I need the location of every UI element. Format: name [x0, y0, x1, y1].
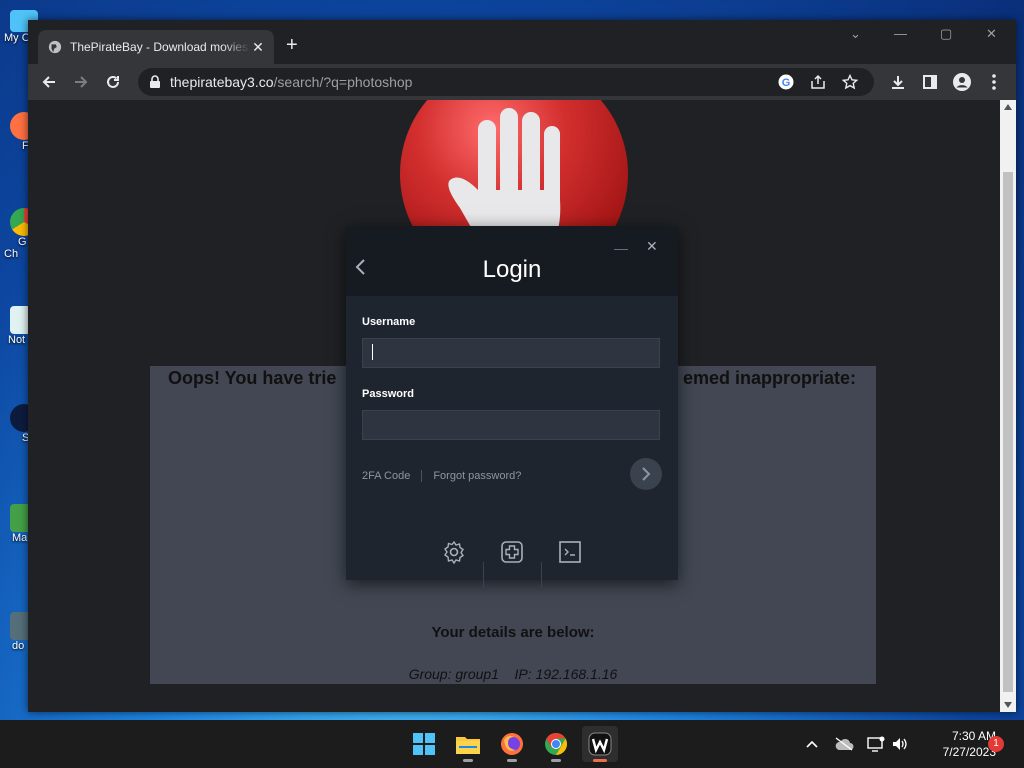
svg-text:G: G [782, 77, 791, 89]
desktop-icon-label: Ma [12, 532, 28, 544]
windows-icon [413, 733, 435, 755]
network-icon[interactable] [864, 732, 888, 756]
start-button[interactable] [406, 726, 442, 762]
arrow-left-icon [42, 76, 55, 88]
taskbar: 7:30 AM 7/27/2023 [0, 720, 1024, 768]
globe-icon [48, 40, 62, 54]
reload-icon [107, 75, 119, 88]
minimize-icon[interactable]: — [614, 240, 628, 256]
desktop-icon-label: do [12, 640, 25, 652]
bookmark-star-icon[interactable] [842, 68, 858, 96]
medical-plus-icon[interactable] [498, 538, 526, 566]
url-host: thepiratebay3.co [170, 74, 274, 90]
details-group: Group: group1 [408, 666, 499, 682]
desktop-icon-label: My C [4, 32, 30, 44]
clock-date: 7/27/2023 [942, 745, 996, 759]
maximize-button[interactable]: ▢ [940, 26, 952, 42]
username-input[interactable] [362, 338, 660, 368]
running-indicator [551, 759, 561, 762]
forward-button[interactable] [68, 69, 94, 95]
onedrive-offline-icon[interactable] [832, 732, 856, 756]
download-icon[interactable] [886, 70, 910, 94]
blocked-message-right: emed inappropriate: [682, 368, 856, 388]
desktop-icon-label: Not [8, 334, 26, 346]
tab-search-icon[interactable]: ⌄ [850, 26, 861, 42]
settings-gear-icon[interactable] [440, 538, 468, 566]
reload-button[interactable] [100, 69, 126, 95]
back-button[interactable] [36, 69, 62, 95]
username-label: Username [362, 316, 416, 328]
scroll-up-icon[interactable] [1004, 104, 1012, 110]
close-window-button[interactable]: ✕ [986, 26, 997, 42]
footer-divider [541, 562, 542, 588]
google-lens-icon[interactable]: G [778, 68, 794, 96]
chevron-right-icon [642, 467, 651, 481]
footer-divider [483, 562, 484, 588]
url-text: thepiratebay3.co/search/?q=photoshop [170, 74, 412, 90]
arrow-right-icon [75, 76, 88, 88]
url-path: /search/?q=photoshop [273, 74, 413, 90]
running-indicator [507, 759, 517, 762]
forgot-password-link[interactable]: Forgot password? [433, 470, 521, 482]
running-indicator [463, 759, 473, 762]
clock-time: 7:30 AM [951, 729, 996, 743]
side-panel-icon[interactable] [918, 70, 942, 94]
login-dialog: Login — ✕ Username Password 2FA Code For… [346, 226, 678, 588]
volume-icon[interactable] [888, 732, 912, 756]
tab-title: ThePirateBay - Download movies [70, 40, 249, 54]
new-tab-button[interactable]: + [286, 35, 298, 55]
file-explorer-button[interactable] [450, 726, 486, 762]
login-links: 2FA Code Forgot password? [362, 470, 521, 482]
notification-badge[interactable]: 1 [988, 736, 1004, 752]
details-title: Your details are below: [431, 624, 595, 641]
close-icon[interactable]: ✕ [646, 238, 658, 255]
browser-toolbar: thepiratebay3.co/search/?q=photoshop G [28, 64, 1016, 100]
firefox-button[interactable] [494, 726, 530, 762]
browser-titlebar: ThePirateBay - Download movies ✕ + ⌄ — ▢… [28, 20, 1016, 64]
watchguard-icon [588, 732, 612, 756]
login-footer [346, 536, 678, 588]
address-bar[interactable]: thepiratebay3.co/search/?q=photoshop G [138, 68, 874, 96]
security-app-button[interactable] [582, 726, 618, 762]
desktop-icon-label: G Ch [4, 236, 27, 260]
terminal-icon[interactable] [556, 538, 584, 566]
scroll-down-icon[interactable] [1004, 702, 1012, 708]
link-divider [421, 470, 423, 482]
details-ip: IP: 192.168.1.16 [514, 666, 618, 682]
chrome-icon [545, 733, 567, 755]
browser-tab[interactable]: ThePirateBay - Download movies ✕ [38, 30, 274, 64]
blocked-message-left: Oops! You have trie [168, 368, 337, 388]
firefox-icon [501, 733, 523, 755]
menu-dots-icon[interactable] [982, 70, 1006, 94]
chevron-up-icon[interactable] [800, 732, 824, 756]
chrome-button[interactable] [538, 726, 574, 762]
lock-icon [150, 75, 160, 88]
minimize-button[interactable]: — [894, 26, 907, 41]
tab-close-icon[interactable]: ✕ [250, 39, 266, 56]
folder-icon [456, 737, 480, 754]
share-icon[interactable] [810, 68, 826, 96]
twofa-link[interactable]: 2FA Code [362, 470, 410, 482]
taskbar-clock[interactable]: 7:30 AM 7/27/2023 [912, 728, 996, 760]
running-indicator [593, 759, 607, 762]
page-scrollbar[interactable] [1000, 100, 1016, 712]
login-submit-button[interactable] [630, 458, 662, 490]
profile-icon[interactable] [950, 70, 974, 94]
details-line: Group: group1 IP: 192.168.1.16 [150, 666, 876, 682]
password-input[interactable] [362, 410, 660, 440]
text-caret [372, 344, 373, 360]
login-title: Login [482, 256, 542, 283]
login-header: Login — ✕ [346, 226, 678, 296]
password-label: Password [362, 388, 414, 400]
scroll-thumb[interactable] [1003, 172, 1013, 692]
